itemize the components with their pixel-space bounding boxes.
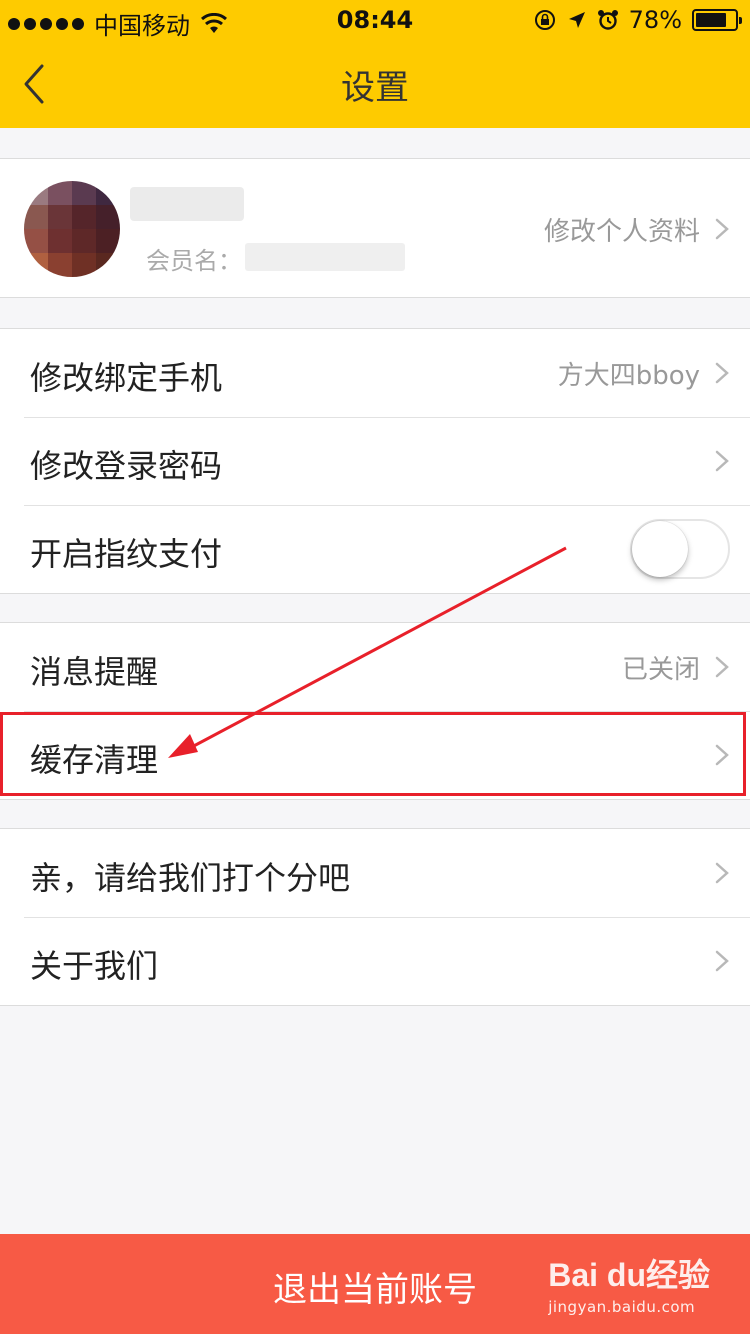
- member-name-blurred: [245, 243, 405, 271]
- chevron-right-icon: [715, 862, 729, 884]
- avatar: [24, 181, 120, 277]
- account-settings-group: 修改绑定手机 方大四bboy 修改登录密码 开启指纹支付: [0, 328, 750, 594]
- edit-profile-label[interactable]: 修改个人资料: [544, 211, 700, 248]
- profile-row[interactable]: 会员名： 修改个人资料: [0, 158, 750, 298]
- bind-phone-value: 方大四bboy: [557, 361, 700, 391]
- about-us-row[interactable]: 关于我们: [0, 917, 750, 1005]
- about-group: 亲，请给我们打个分吧 关于我们: [0, 828, 750, 1006]
- cache-clear-label: 缓存清理: [30, 741, 159, 779]
- notifications-label: 消息提醒: [30, 653, 159, 691]
- chevron-right-icon: [715, 656, 729, 678]
- bind-phone-row[interactable]: 修改绑定手机 方大四bboy: [0, 329, 750, 417]
- chevron-right-icon: [715, 362, 729, 384]
- chevron-right-icon: [715, 450, 729, 472]
- username-blurred: [130, 187, 244, 221]
- chevron-right-icon: [715, 218, 729, 240]
- location-icon: [568, 12, 585, 28]
- watermark-brand: Bai du经验: [548, 1257, 710, 1293]
- page-title: 设置: [341, 68, 409, 108]
- chevron-right-icon: [715, 950, 729, 972]
- about-us-label: 关于我们: [30, 947, 159, 985]
- fingerprint-pay-toggle[interactable]: [630, 519, 730, 579]
- alarm-icon: [597, 10, 618, 30]
- rate-us-label: 亲，请给我们打个分吧: [30, 859, 351, 897]
- app-settings-group: 消息提醒 已关闭 缓存清理: [0, 622, 750, 800]
- login-password-label: 修改登录密码: [30, 447, 223, 485]
- logout-button[interactable]: 退出当前账号 Bai du经验 jingyan.baidu.com: [0, 1234, 750, 1334]
- fingerprint-pay-row: 开启指纹支付: [0, 505, 750, 593]
- notifications-value: 已关闭: [621, 655, 700, 685]
- notifications-row[interactable]: 消息提醒 已关闭: [0, 623, 750, 711]
- status-bar: 中国移动 08:44 78%: [0, 0, 750, 40]
- watermark-url: jingyan.baidu.com: [548, 1298, 696, 1316]
- fingerprint-pay-label: 开启指纹支付: [30, 535, 223, 573]
- rate-us-row[interactable]: 亲，请给我们打个分吧: [0, 829, 750, 917]
- header-bar: 中国移动 08:44 78% 设置: [0, 0, 750, 128]
- chevron-right-icon: [715, 744, 729, 766]
- cache-clear-row[interactable]: 缓存清理: [0, 711, 750, 799]
- battery-percent: 78%: [628, 6, 682, 34]
- member-name-label: 会员名：: [146, 247, 242, 275]
- battery-icon: [692, 9, 742, 31]
- watermark: Bai du经验 jingyan.baidu.com: [548, 1250, 710, 1316]
- bind-phone-label: 修改绑定手机: [30, 359, 223, 397]
- rotation-lock-icon: [534, 10, 555, 30]
- login-password-row[interactable]: 修改登录密码: [0, 417, 750, 505]
